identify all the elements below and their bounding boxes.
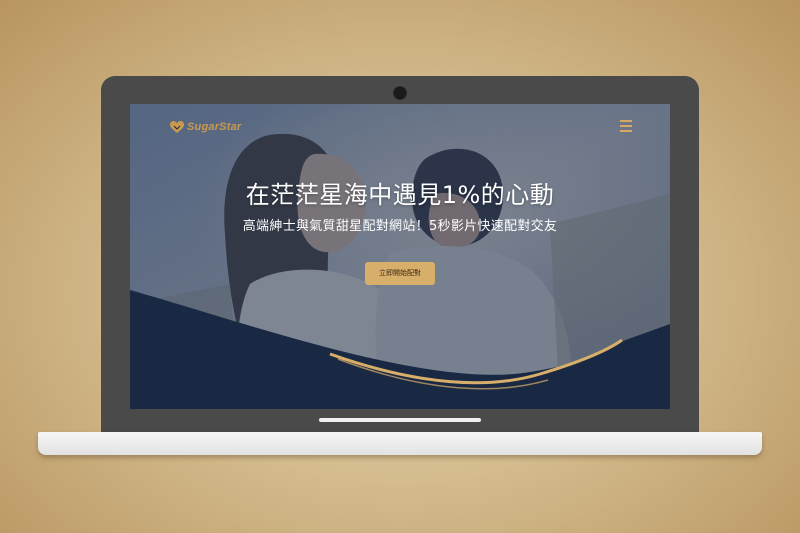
laptop-base xyxy=(38,432,762,455)
brand-logo[interactable]: SugarStar xyxy=(170,119,241,135)
laptop-base-notch xyxy=(319,418,481,422)
hamburger-menu-icon[interactable] xyxy=(620,120,632,132)
brand-name: SugarStar xyxy=(187,121,242,133)
hero-headline: 在茫茫星海中遇見1%的心動 xyxy=(245,181,555,209)
webcam-icon xyxy=(393,86,407,100)
heart-logo-icon xyxy=(170,120,184,133)
hero-wave-divider xyxy=(130,290,670,409)
hero-subheadline: 高端紳士與氣質甜星配對網站！5秒影片快速配對交友 xyxy=(242,219,558,234)
start-matching-button[interactable]: 立即開始配對 xyxy=(365,262,435,285)
website-screen: SugarStar 在茫茫星海中遇見1%的心動 高端紳士與氣質甜星配對網站！5秒… xyxy=(130,104,670,409)
